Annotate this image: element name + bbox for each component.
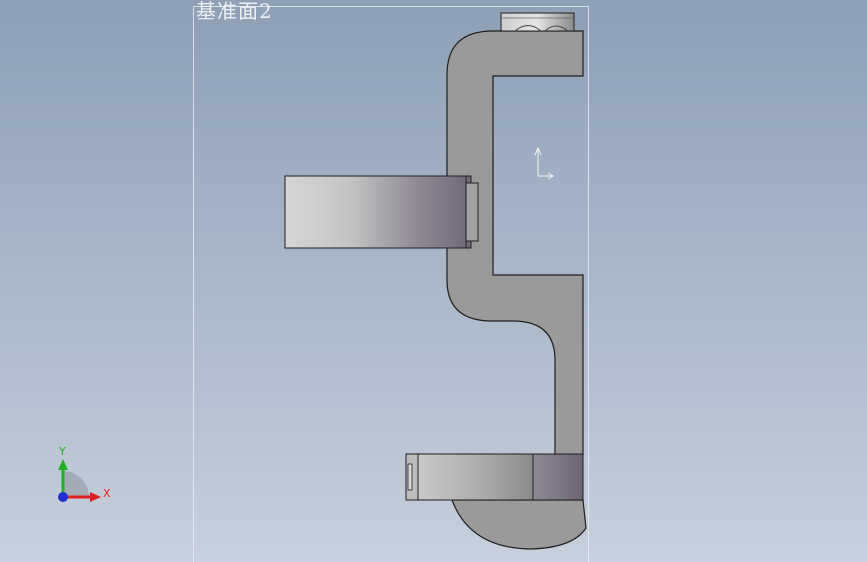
model-view[interactable]: Y X [0,0,867,562]
triad-y-label: Y [58,445,66,458]
top-boss[interactable] [500,12,575,32]
graphics-viewport[interactable]: 基准面2 Y X [0,0,867,562]
side-shaft[interactable] [284,175,479,249]
triad-x-label: X [103,487,111,500]
bottom-hub[interactable] [405,453,584,501]
coordinate-triad[interactable]: Y X [58,445,111,502]
bottom-lobe[interactable] [451,499,587,550]
sketch-origin-icon [534,146,554,180]
